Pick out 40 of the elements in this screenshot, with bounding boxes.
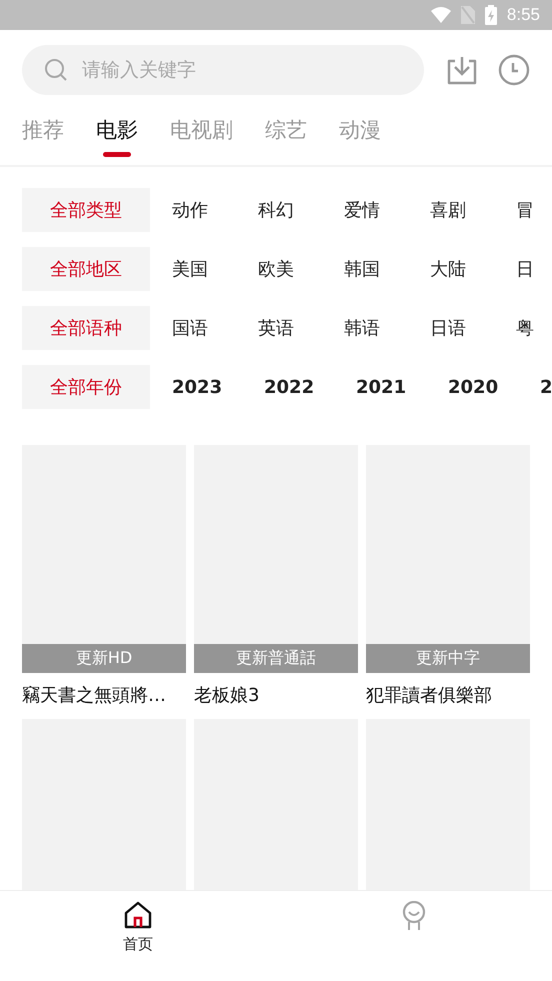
movie-title[interactable]: 犯罪讀者俱樂部 [366, 683, 530, 707]
nav-item[interactable]: 首页 [123, 891, 153, 954]
wifi-icon [430, 7, 451, 23]
filter-chip[interactable]: 全部地区 [22, 247, 150, 291]
filter-chip[interactable]: 全部语种 [22, 306, 150, 350]
filter-option[interactable]: 2021 [356, 365, 448, 409]
filter-option[interactable]: 科幻 [258, 188, 344, 232]
battery-charging-icon [484, 5, 497, 25]
filter-option[interactable]: 冒 [516, 188, 552, 232]
no-sim-icon [460, 6, 475, 24]
update-label: 更新中字 [366, 644, 530, 673]
category-tab[interactable]: 电影 [96, 111, 138, 159]
search-field[interactable]: 请输入关键字 [22, 45, 424, 95]
filter-option[interactable]: 2023 [172, 365, 264, 409]
filter-option[interactable]: 韩国 [344, 247, 430, 291]
status-time: 8:55 [506, 5, 540, 25]
download-button[interactable] [446, 55, 478, 85]
filter-option[interactable]: 欧美 [258, 247, 344, 291]
filter-option[interactable]: 喜剧 [430, 188, 516, 232]
filter-option[interactable]: 韩语 [344, 306, 430, 350]
history-button[interactable] [498, 54, 530, 86]
filter-option[interactable]: 粤 [516, 306, 552, 350]
filter-option[interactable]: 2022 [264, 365, 356, 409]
filter-option[interactable]: 2 [540, 365, 552, 409]
filter-option[interactable]: 美国 [172, 247, 258, 291]
filter-option[interactable]: 英语 [258, 306, 344, 350]
filter-option[interactable]: 2020 [448, 365, 540, 409]
movie-title[interactable]: 老板娘3 [194, 683, 358, 707]
filter-option[interactable]: 爱情 [344, 188, 430, 232]
movie-title[interactable]: 竊天書之無頭將… [22, 683, 186, 707]
search-icon [44, 58, 68, 82]
filter-chip[interactable]: 全部年份 [22, 365, 150, 409]
filter-option[interactable]: 大陆 [430, 247, 516, 291]
update-label: 更新普通話 [194, 644, 358, 673]
update-label: 更新HD [22, 644, 186, 673]
filter-chip[interactable]: 全部类型 [22, 188, 150, 232]
filter-option[interactable]: 日 [516, 247, 552, 291]
filter-option[interactable]: 动作 [172, 188, 258, 232]
filter-option[interactable]: 国语 [172, 306, 258, 350]
filter-option[interactable]: 日语 [430, 306, 516, 350]
